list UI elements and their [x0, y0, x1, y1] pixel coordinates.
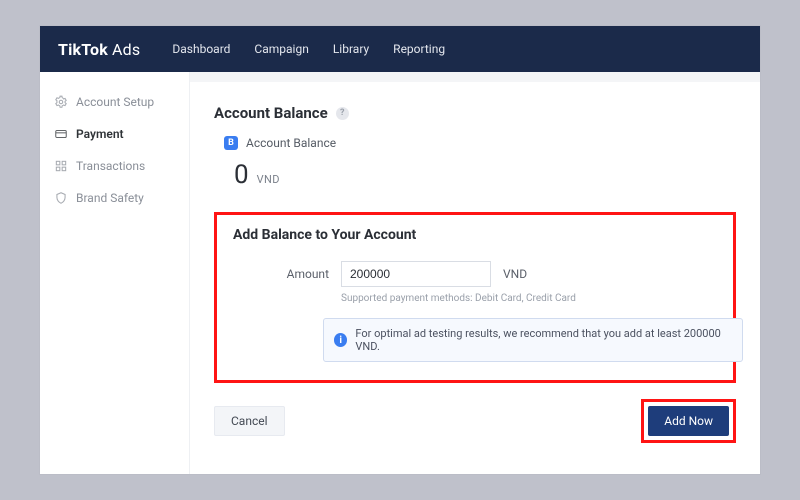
amount-input[interactable] — [341, 261, 491, 287]
gear-icon — [54, 95, 68, 109]
nav-campaign[interactable]: Campaign — [254, 42, 308, 56]
add-balance-panel: Add Balance to Your Account Amount VND S… — [214, 212, 736, 383]
card-icon — [54, 127, 68, 141]
help-icon[interactable]: ? — [336, 107, 349, 120]
sidebar: Account Setup Payment Transactions Brand… — [40, 72, 190, 474]
top-nav: TikTok Ads Dashboard Campaign Library Re… — [40, 26, 760, 72]
sidebar-item-brand-safety[interactable]: Brand Safety — [40, 182, 189, 214]
add-balance-title: Add Balance to Your Account — [233, 227, 717, 243]
sidebar-item-transactions[interactable]: Transactions — [40, 150, 189, 182]
cancel-button[interactable]: Cancel — [214, 406, 285, 436]
add-now-button-label: Add Now — [664, 414, 713, 428]
info-text: For optimal ad testing results, we recom… — [355, 327, 732, 353]
balance-badge-icon: B — [224, 136, 238, 150]
nav-library[interactable]: Library — [333, 42, 369, 56]
balance-value-row: 0 VND — [214, 160, 736, 190]
supported-methods-text: Supported payment methods: Debit Card, C… — [341, 293, 717, 304]
cancel-button-label: Cancel — [231, 414, 268, 428]
info-icon: i — [334, 333, 347, 347]
sidebar-item-account-setup[interactable]: Account Setup — [40, 86, 189, 118]
balance-amount: 0 — [234, 160, 249, 190]
amount-unit: VND — [503, 267, 527, 281]
shield-icon — [54, 191, 68, 205]
add-now-button[interactable]: Add Now — [648, 406, 729, 436]
sidebar-item-label: Account Setup — [76, 95, 154, 109]
sidebar-item-label: Brand Safety — [76, 191, 144, 205]
nav-dashboard[interactable]: Dashboard — [172, 42, 230, 56]
sidebar-item-label: Transactions — [76, 159, 145, 173]
sidebar-item-label: Payment — [76, 127, 124, 141]
amount-label: Amount — [271, 267, 329, 281]
amount-row: Amount VND — [271, 261, 717, 287]
balance-label: Account Balance — [246, 136, 336, 150]
topnav-links: Dashboard Campaign Library Reporting — [172, 42, 445, 56]
main-body: Account Setup Payment Transactions Brand… — [40, 72, 760, 474]
balance-currency: VND — [257, 173, 280, 186]
content-pane: Account Balance ? B Account Balance 0 VN… — [190, 82, 760, 474]
sidebar-item-payment[interactable]: Payment — [40, 118, 189, 150]
brand-suffix: Ads — [112, 40, 140, 59]
balance-label-row: B Account Balance — [214, 136, 736, 150]
info-banner: i For optimal ad testing results, we rec… — [323, 318, 743, 362]
nav-reporting[interactable]: Reporting — [393, 42, 445, 56]
grid-icon — [54, 159, 68, 173]
footer-actions: Cancel Add Now — [214, 399, 736, 443]
app-window: TikTok Ads Dashboard Campaign Library Re… — [40, 26, 760, 474]
add-now-highlight: Add Now — [641, 399, 736, 443]
section-title-row: Account Balance ? — [214, 104, 736, 122]
brand-logo: TikTok Ads — [58, 40, 140, 59]
section-title: Account Balance — [214, 104, 328, 122]
brand-name: TikTok — [58, 40, 108, 59]
